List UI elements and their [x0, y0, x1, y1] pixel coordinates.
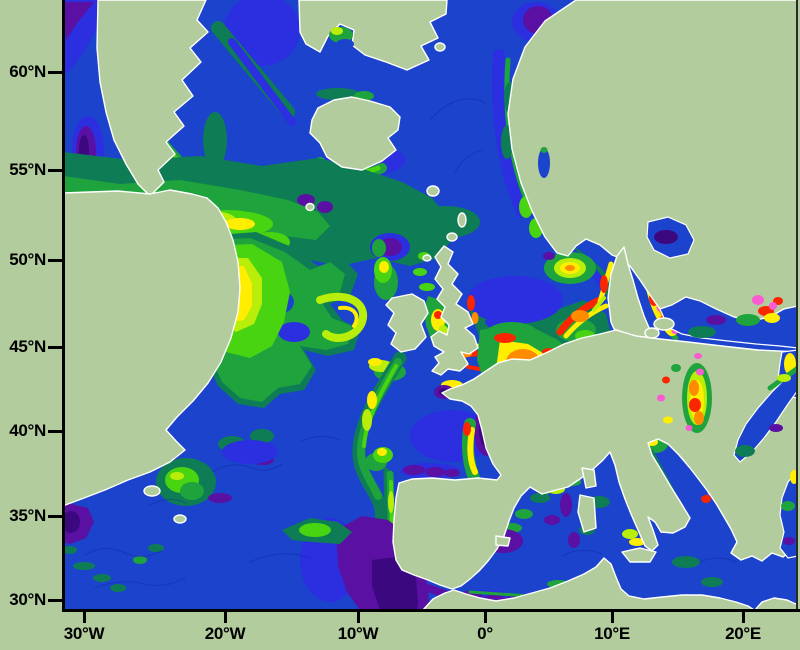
- y-tick-label: 35°N: [0, 506, 46, 526]
- y-tick-mark: [48, 515, 63, 518]
- y-tick-mark: [48, 599, 63, 602]
- y-tick-label: 55°N: [0, 160, 46, 180]
- y-tick-label: 40°N: [0, 421, 46, 441]
- x-tick-mark: [357, 610, 360, 623]
- map-canvas: [0, 0, 800, 650]
- x-tick-mark: [611, 610, 614, 623]
- y-tick-mark: [48, 259, 63, 262]
- map-frame-right: [796, 0, 798, 610]
- x-tick-label: 0°: [477, 624, 493, 644]
- y-tick-mark: [48, 430, 63, 433]
- x-tick-mark: [742, 610, 745, 623]
- y-tick-label: 30°N: [0, 590, 46, 610]
- x-tick-label: 10°E: [594, 624, 630, 644]
- hebrides-islet: [423, 255, 431, 261]
- shetland-islet: [458, 213, 466, 227]
- orkney-islet: [447, 233, 457, 241]
- map-figure: 60°N 55°N 50°N 45°N 40°N 35°N 30°N 30°W 20°W 10°…: [0, 0, 800, 650]
- y-tick-mark: [48, 169, 63, 172]
- x-tick-mark: [484, 610, 487, 623]
- mallorca: [496, 536, 510, 546]
- jan-mayen-islet: [435, 43, 445, 51]
- x-tick-label: 10°W: [338, 624, 379, 644]
- y-tick-mark: [48, 71, 63, 74]
- y-tick-label: 50°N: [0, 250, 46, 270]
- rockall-islet: [306, 204, 314, 211]
- x-tick-label: 20°E: [725, 624, 761, 644]
- x-tick-mark: [83, 610, 86, 623]
- funen-islet: [645, 328, 659, 338]
- zealand-islet: [654, 318, 674, 330]
- map-frame-bottom: [62, 609, 800, 612]
- y-tick-label: 45°N: [0, 337, 46, 357]
- x-tick-label: 30°W: [64, 624, 105, 644]
- x-tick-label: 20°W: [205, 624, 246, 644]
- azores-islet: [144, 486, 160, 496]
- azores-islet-2: [174, 515, 186, 523]
- x-tick-mark: [224, 610, 227, 623]
- y-tick-mark: [48, 346, 63, 349]
- y-tick-label: 60°N: [0, 62, 46, 82]
- faroe-islands: [427, 186, 439, 196]
- map-frame-left: [62, 0, 65, 611]
